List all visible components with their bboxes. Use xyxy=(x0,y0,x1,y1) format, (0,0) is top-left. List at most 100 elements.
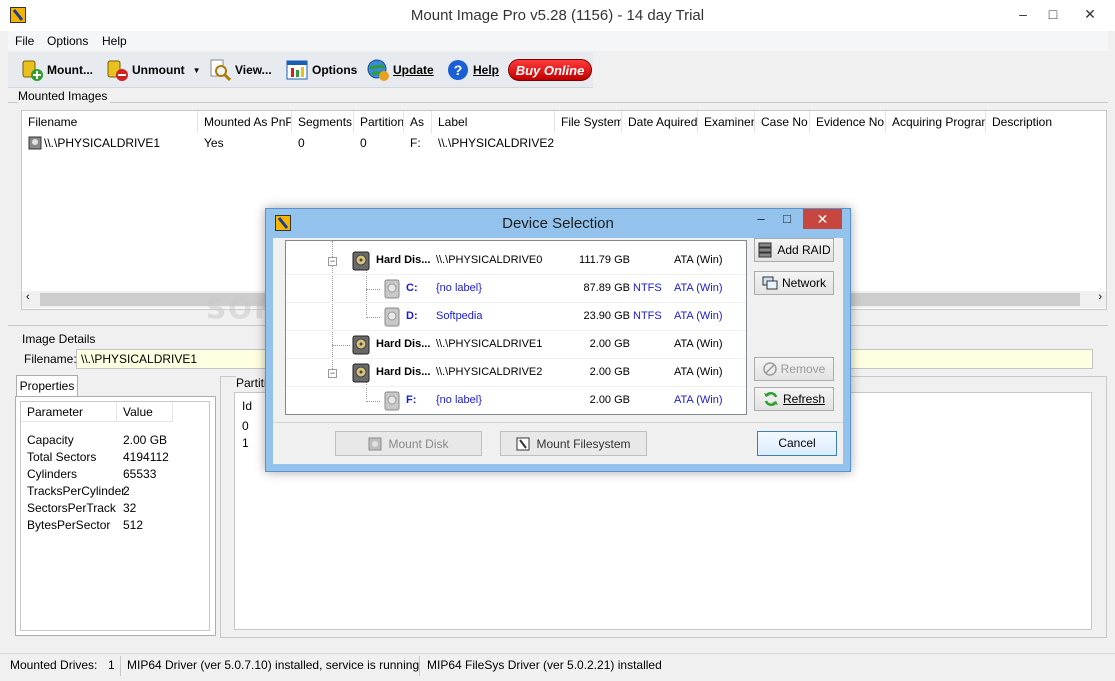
device-name: Hard Dis... xyxy=(376,254,431,266)
volume-bus: ATA (Win) xyxy=(674,282,723,294)
title-bar: Mount Image Pro v5.28 (1156) - 14 day Tr… xyxy=(0,0,1115,31)
unmount-button[interactable]: Unmount ▼ xyxy=(105,56,201,84)
minimize-button[interactable]: – xyxy=(1010,0,1036,28)
device-row[interactable]: − Hard Dis... \\.\PHYSICALDRIVE2 2.00 GB… xyxy=(286,359,746,387)
properties-grid: Parameter Value Capacity 2.00 GB Total S… xyxy=(20,401,210,631)
refresh-label: Refresh xyxy=(782,392,826,406)
cancel-button[interactable]: Cancel xyxy=(757,431,837,456)
menu-options[interactable]: Options xyxy=(47,34,88,48)
prop-value: 512 xyxy=(123,518,144,532)
update-label: Update xyxy=(393,63,434,77)
menu-help[interactable]: Help xyxy=(102,34,127,48)
mounted-group-label: Mounted Images xyxy=(18,89,111,103)
device-row[interactable]: C: {no label} 87.89 GB NTFS ATA (Win) xyxy=(286,275,746,303)
view-button[interactable]: View... xyxy=(208,56,272,84)
remove-button[interactable]: Remove xyxy=(754,357,834,381)
prop-value: 32 xyxy=(123,501,137,515)
row-label: \\.\PHYSICALDRIVE2 xyxy=(438,136,555,150)
device-path: \\.\PHYSICALDRIVE2 xyxy=(436,366,543,378)
volume-size: 2.00 GB xyxy=(589,394,630,406)
prop-key: Cylinders xyxy=(27,467,78,481)
maximize-button[interactable]: □ xyxy=(1040,0,1066,28)
mounted-group-frame xyxy=(8,102,1108,103)
volume-label: Softpedia xyxy=(436,310,483,322)
volume-letter: D: xyxy=(406,310,418,322)
close-button[interactable]: ✕ xyxy=(1070,0,1110,28)
col-case-no[interactable]: Case No xyxy=(755,111,810,133)
device-row[interactable]: D: Softpedia 23.90 GB NTFS ATA (Win) xyxy=(286,303,746,331)
unmount-label: Unmount xyxy=(132,63,185,77)
collapse-icon[interactable]: − xyxy=(328,369,337,378)
col-partition[interactable]: Partition xyxy=(354,111,404,133)
collapse-icon[interactable]: − xyxy=(328,257,337,266)
details-group-label: Image Details xyxy=(22,332,99,346)
add-raid-label: Add RAID xyxy=(777,243,831,257)
add-raid-button[interactable]: Add RAID xyxy=(754,238,834,262)
svg-text:?: ? xyxy=(454,62,463,78)
col-filename[interactable]: Filename xyxy=(22,111,198,133)
row-segments: 0 xyxy=(298,136,305,150)
volume-bus: ATA (Win) xyxy=(674,394,723,406)
prop-header-parameter: Parameter xyxy=(21,402,117,422)
device-row[interactable]: Hard Dis... \\.\PHYSICALDRIVE1 2.00 GB A… xyxy=(286,331,746,359)
tab-properties[interactable]: Properties xyxy=(16,375,78,397)
raid-icon xyxy=(758,242,772,258)
toolbar: Mount... Unmount ▼ View... Options Updat… xyxy=(8,52,593,88)
prop-key: SectorsPerTrack xyxy=(27,501,116,515)
scroll-right-icon[interactable]: › xyxy=(1098,291,1102,303)
row-as: F: xyxy=(410,136,421,150)
partition-id[interactable]: 1 xyxy=(242,436,249,450)
mount-filesystem-button[interactable]: Mount Filesystem xyxy=(500,431,647,456)
device-path: \\.\PHYSICALDRIVE1 xyxy=(436,338,543,350)
dialog-close-button[interactable]: ✕ xyxy=(803,209,842,229)
col-segments[interactable]: Segments xyxy=(292,111,354,133)
filesys-status: MIP64 FileSys Driver (ver 5.0.2.21) inst… xyxy=(427,658,662,672)
volume-label: {no label} xyxy=(436,394,482,406)
mount-disk-button[interactable]: Mount Disk xyxy=(335,431,482,456)
col-file-system[interactable]: File System xyxy=(555,111,622,133)
device-tree[interactable]: − Hard Dis... \\.\PHYSICALDRIVE0 111.79 … xyxy=(285,240,747,415)
partition-id[interactable]: 0 xyxy=(242,419,249,433)
volume-fs: NTFS xyxy=(633,310,662,322)
device-size: 2.00 GB xyxy=(589,366,630,378)
col-evidence-no[interactable]: Evidence No xyxy=(810,111,886,133)
volume-bus: ATA (Win) xyxy=(674,310,723,322)
volume-size: 23.90 GB xyxy=(583,310,630,322)
device-row[interactable]: − Hard Dis... \\.\PHYSICALDRIVE0 111.79 … xyxy=(286,247,746,275)
device-selection-dialog: Device Selection – □ ✕ − Hard Dis... \\.… xyxy=(265,208,851,472)
mount-button[interactable]: Mount... xyxy=(20,56,93,84)
col-label[interactable]: Label xyxy=(432,111,555,133)
dialog-maximize-button[interactable]: □ xyxy=(774,209,800,229)
scroll-left-icon[interactable]: ‹ xyxy=(26,291,30,303)
col-as[interactable]: As xyxy=(404,111,432,133)
buy-online-button[interactable]: Buy Online xyxy=(508,59,592,81)
volume-icon xyxy=(384,307,400,327)
mounted-drives-label: Mounted Drives: xyxy=(10,658,98,672)
col-acquiring-program[interactable]: Acquiring Program xyxy=(886,111,986,133)
mounted-drives-count: 1 xyxy=(108,658,115,672)
device-row[interactable]: F: {no label} 2.00 GB ATA (Win) xyxy=(286,387,746,414)
filename-label: Filename: xyxy=(24,352,77,366)
device-name: Hard Dis... xyxy=(376,338,431,350)
prop-value: 4194112 xyxy=(123,450,169,464)
help-button[interactable]: ? Help xyxy=(446,56,499,84)
help-label: Help xyxy=(473,63,500,77)
status-divider xyxy=(419,656,420,676)
dialog-minimize-button[interactable]: – xyxy=(748,209,774,229)
dialog-divider xyxy=(273,422,843,423)
mount-disk-icon xyxy=(22,60,43,81)
refresh-button[interactable]: Refresh xyxy=(754,387,834,411)
col-description[interactable]: Description xyxy=(986,111,1106,133)
remove-icon xyxy=(762,362,777,376)
update-button[interactable]: Update xyxy=(366,56,434,84)
volume-letter: C: xyxy=(406,282,418,294)
col-mounted-pnp[interactable]: Mounted As PnP xyxy=(198,111,292,133)
prop-header-value: Value xyxy=(117,402,173,422)
col-date-aquired[interactable]: Date Aquired xyxy=(622,111,698,133)
chevron-down-icon: ▼ xyxy=(192,65,201,75)
volume-icon xyxy=(384,391,400,411)
options-button[interactable]: Options xyxy=(285,56,357,84)
col-examiner[interactable]: Examiner xyxy=(698,111,755,133)
network-button[interactable]: Network xyxy=(754,271,834,295)
menu-file[interactable]: File xyxy=(15,34,34,48)
